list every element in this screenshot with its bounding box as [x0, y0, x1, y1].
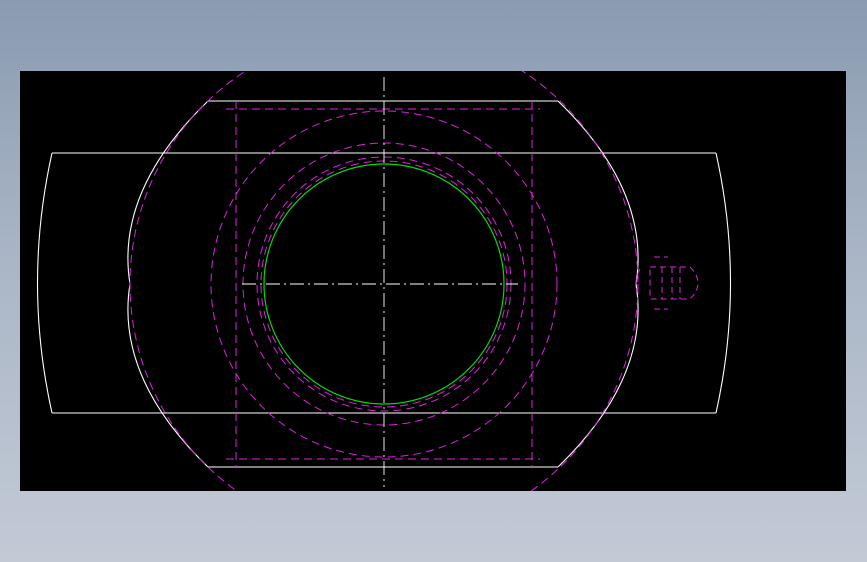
flange-right-arc — [715, 152, 731, 414]
cad-drawing — [37, 71, 731, 491]
fitting-body — [649, 266, 699, 300]
housing-right-arc — [557, 100, 639, 468]
housing-outline — [127, 100, 639, 468]
cad-viewport[interactable] — [20, 71, 846, 491]
housing-left-arc — [127, 100, 209, 468]
flange-left-arc — [37, 152, 53, 414]
centerlines — [242, 77, 518, 487]
grease-fitting — [635, 256, 699, 310]
